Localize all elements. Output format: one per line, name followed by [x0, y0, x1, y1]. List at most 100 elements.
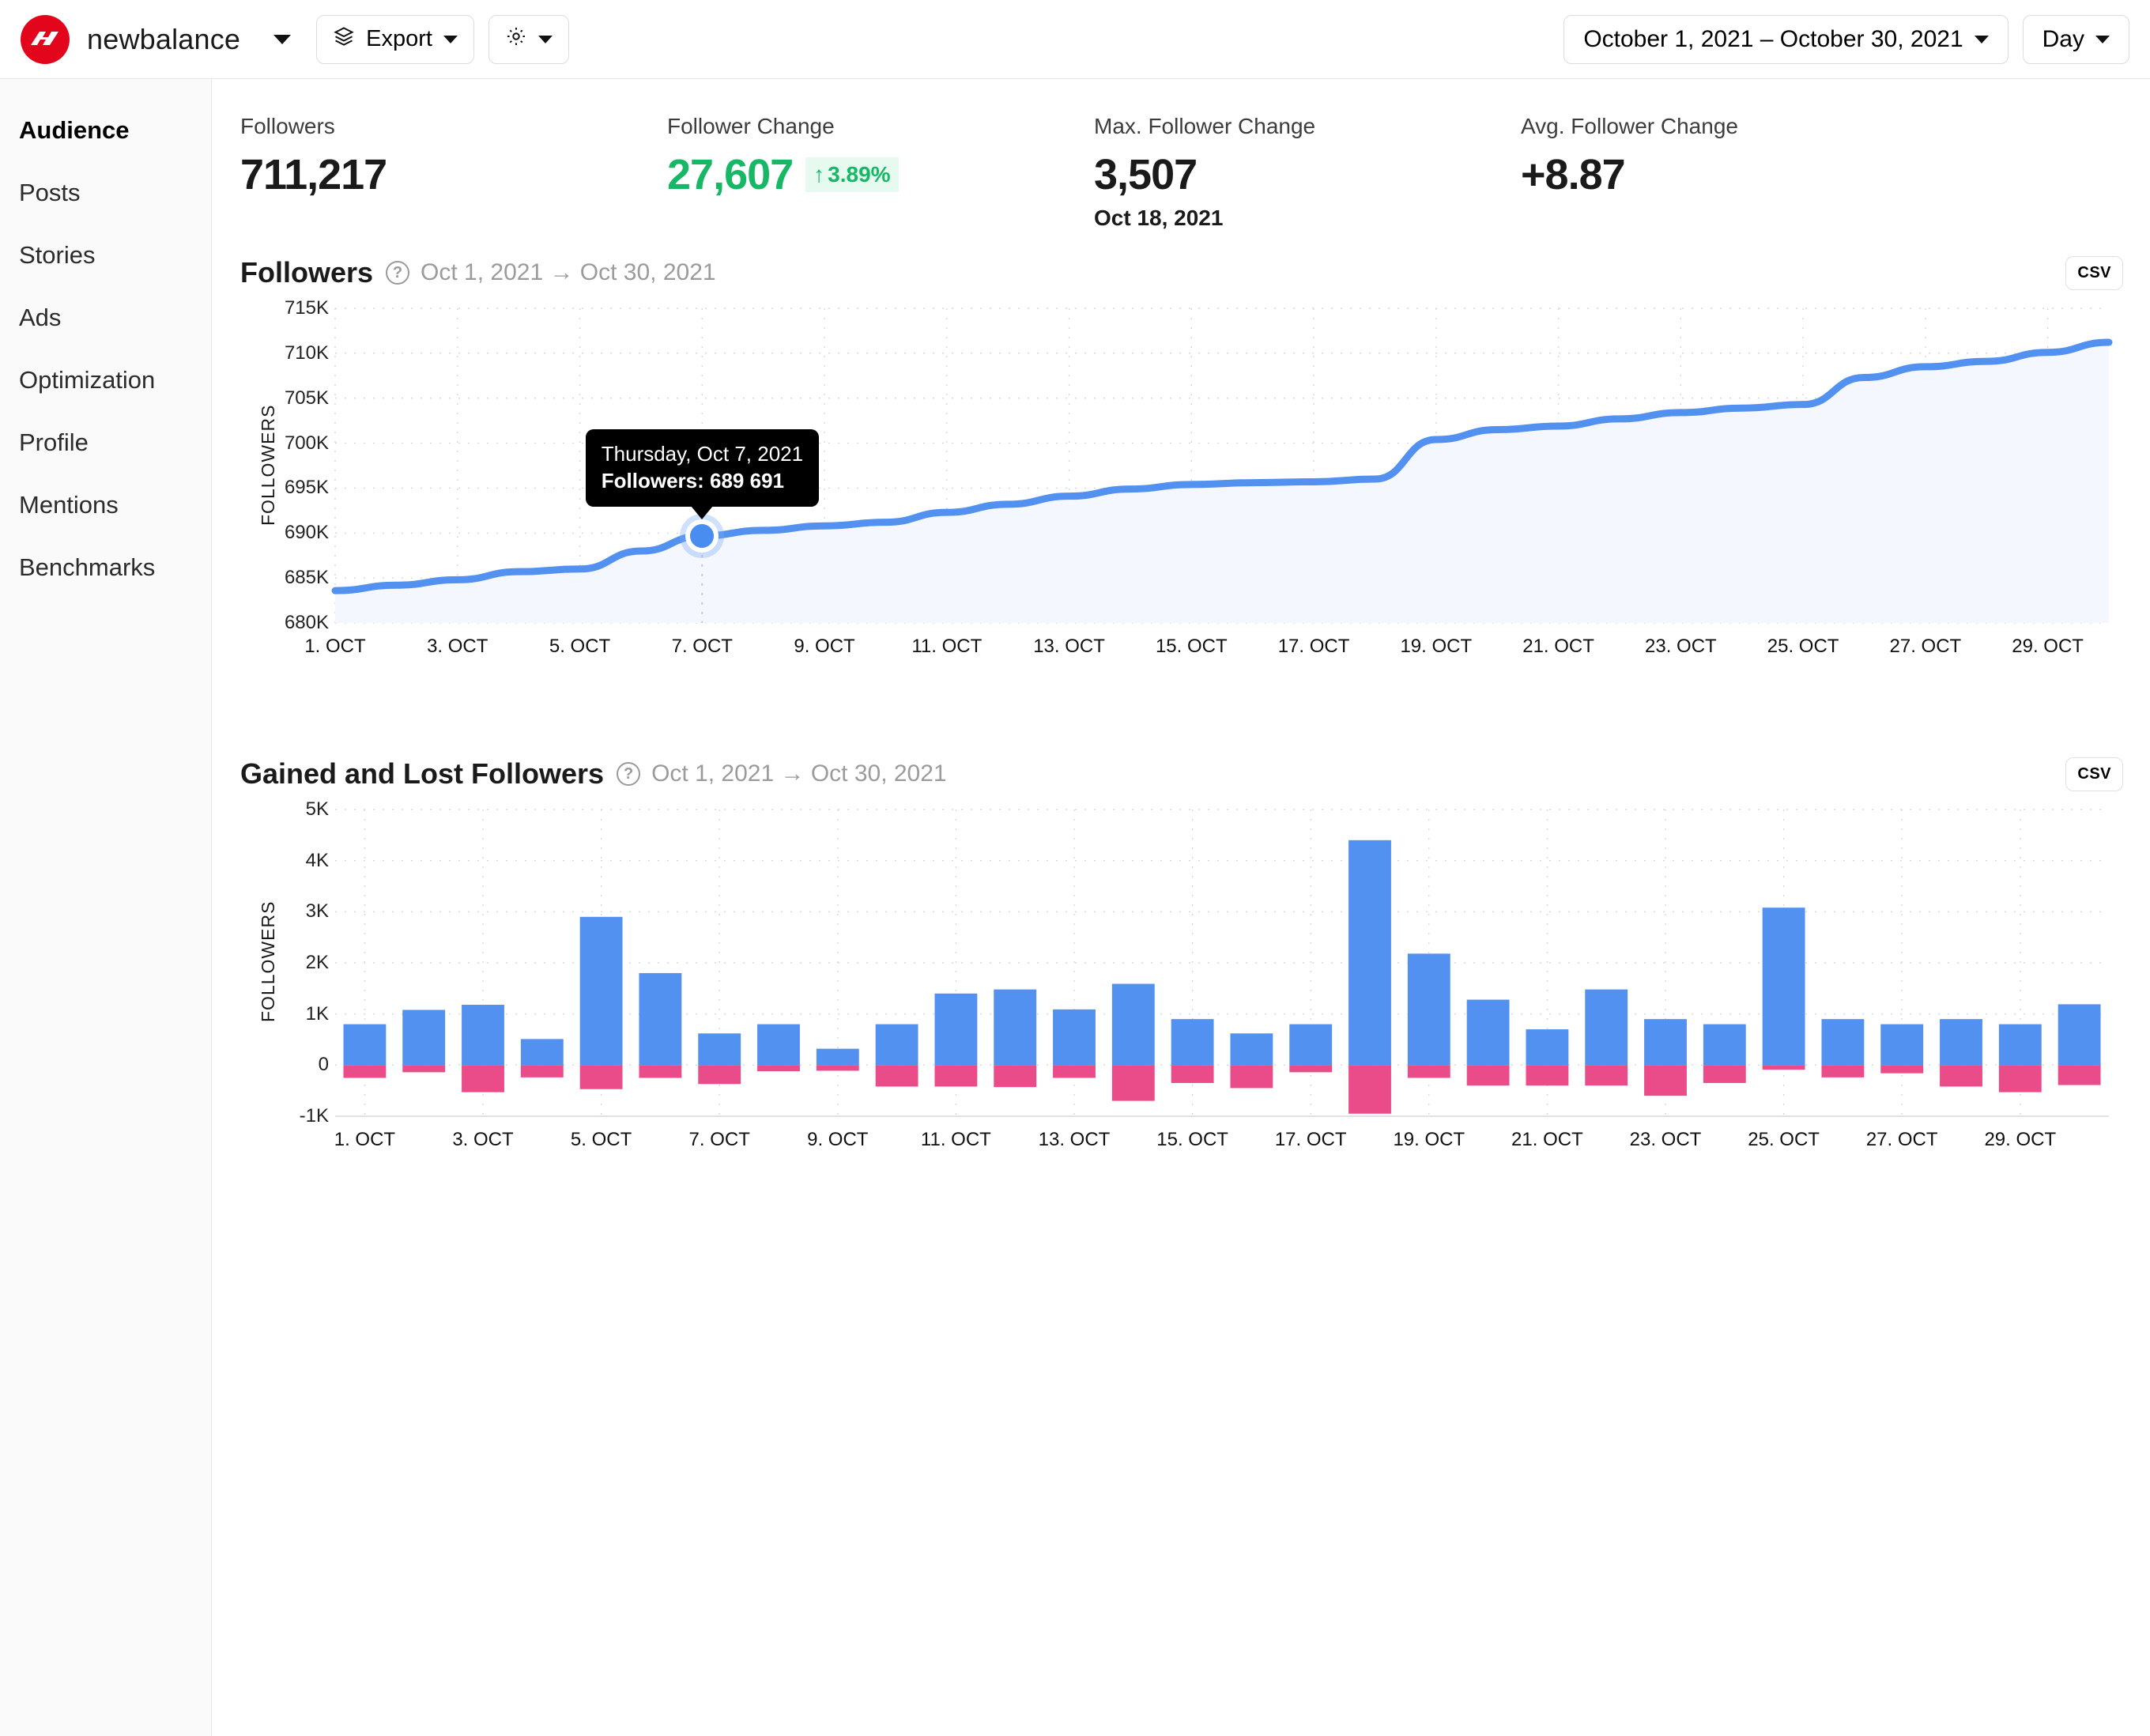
bar-lost[interactable] — [1526, 1065, 1569, 1086]
bar-gained[interactable] — [1466, 999, 1510, 1066]
sidebar-item-audience[interactable]: Audience — [17, 112, 211, 149]
bar-lost[interactable] — [757, 1065, 800, 1072]
bar-gained[interactable] — [1762, 908, 1805, 1066]
bar-lost[interactable] — [934, 1065, 978, 1087]
bar-gained[interactable] — [1289, 1024, 1333, 1066]
bar-lost[interactable] — [875, 1065, 918, 1087]
bar-gained[interactable] — [1880, 1024, 1924, 1066]
bar-gained[interactable] — [698, 1033, 741, 1066]
bar-lost[interactable] — [639, 1065, 682, 1078]
question-circle-icon[interactable]: ? — [617, 762, 641, 786]
brand-selector[interactable]: newbalance — [21, 14, 241, 64]
bar-lost[interactable] — [1998, 1065, 2042, 1093]
bar-lost[interactable] — [1466, 1065, 1510, 1086]
bar-gained[interactable] — [402, 1010, 446, 1066]
bar-gained[interactable] — [2058, 1004, 2101, 1066]
bar-gained[interactable] — [1585, 989, 1628, 1066]
date-range-button[interactable]: October 1, 2021 – October 30, 2021 — [1563, 15, 2009, 64]
bar-gained[interactable] — [1940, 1019, 1982, 1066]
bar-gained[interactable] — [462, 1005, 504, 1066]
bar-lost[interactable] — [698, 1065, 741, 1085]
x-axis-tick: 1. OCT — [334, 1129, 396, 1150]
bar-gained[interactable] — [1053, 1009, 1096, 1066]
followers-line-chart[interactable]: Thursday, Oct 7, 2021 Followers: 689 691 6… — [240, 296, 2131, 667]
sidebar-item-profile[interactable]: Profile — [17, 425, 211, 461]
bar-lost[interactable] — [1171, 1065, 1214, 1083]
bar-lost[interactable] — [994, 1065, 1037, 1088]
kpi-value: +8.87 — [1521, 151, 1626, 198]
bar-lost[interactable] — [462, 1065, 504, 1093]
granularity-button[interactable]: Day — [2022, 15, 2129, 64]
sidebar-item-posts[interactable]: Posts — [17, 175, 211, 211]
bar-lost[interactable] — [1230, 1065, 1273, 1089]
bar-gained[interactable] — [816, 1048, 859, 1066]
bar-lost[interactable] — [1585, 1065, 1628, 1086]
bar-gained[interactable] — [1703, 1024, 1746, 1066]
brand-dropdown-caret[interactable] — [269, 26, 296, 53]
bar-lost[interactable] — [816, 1065, 859, 1071]
bar-lost[interactable] — [1289, 1065, 1333, 1073]
question-circle-icon[interactable]: ? — [386, 261, 410, 285]
gained-lost-bar-chart[interactable]: -1K 0 1K 2K 3K 4K 5K FOLLOWERS 1. OCT 3. OCT 5. OC… — [240, 797, 2131, 1160]
sidebar: Audience Posts Stories Ads Optimization Profi… — [0, 79, 212, 1736]
followers-chart-section: Followers ? Oct 1, 2021 → Oct 30, 2021 C… — [240, 239, 2131, 667]
bar-gained[interactable] — [520, 1039, 564, 1066]
bar-gained[interactable] — [1526, 1029, 1569, 1066]
x-axis-tick: 27. OCT — [1865, 1129, 1938, 1150]
sidebar-item-stories[interactable]: Stories — [17, 237, 211, 274]
bar-gained[interactable] — [994, 989, 1037, 1066]
bar-lost[interactable] — [520, 1065, 564, 1077]
x-axis-tick: 3. OCT — [427, 636, 488, 657]
bar-gained[interactable] — [1348, 840, 1391, 1066]
top-bar: newbalance Export October 1, 2021 – Octo… — [0, 0, 2150, 79]
bar-gained[interactable] — [934, 993, 978, 1066]
sidebar-item-optimization[interactable]: Optimization — [17, 362, 211, 398]
bar-lost[interactable] — [1644, 1065, 1687, 1096]
bar-lost[interactable] — [1703, 1065, 1746, 1083]
hover-data-point[interactable] — [680, 513, 725, 558]
bar-lost[interactable] — [1407, 1065, 1450, 1078]
y-axis-tick: 2K — [305, 952, 329, 973]
bar-gained[interactable] — [639, 972, 682, 1066]
x-axis-tick: 23. OCT — [1629, 1129, 1702, 1150]
sidebar-item-ads[interactable]: Ads — [17, 300, 211, 336]
bar-lost[interactable] — [1053, 1065, 1096, 1078]
bar-lost[interactable] — [1880, 1065, 1924, 1074]
x-axis-tick: 7. OCT — [688, 1129, 750, 1150]
sidebar-item-mentions[interactable]: Mentions — [17, 487, 211, 523]
gained-lost-csv-button[interactable]: CSV — [2065, 757, 2123, 791]
x-axis-tick: 17. OCT — [1274, 1129, 1347, 1150]
y-axis-tick: 1K — [305, 1002, 329, 1025]
export-button[interactable]: Export — [316, 14, 474, 64]
bar-gained[interactable] — [343, 1024, 387, 1066]
bar-gained[interactable] — [1230, 1033, 1273, 1066]
y-axis-tick: 0 — [318, 1054, 329, 1076]
bar-gained[interactable] — [1407, 953, 1450, 1066]
bar-lost[interactable] — [579, 1065, 623, 1089]
settings-button[interactable] — [488, 14, 569, 64]
bar-gained[interactable] — [1171, 1019, 1214, 1066]
bar-lost[interactable] — [1762, 1065, 1805, 1070]
bar-gained[interactable] — [1821, 1019, 1865, 1066]
sidebar-item-benchmarks[interactable]: Benchmarks — [17, 549, 211, 586]
bar-gained[interactable] — [1998, 1024, 2042, 1066]
y-axis-tick: 700K — [284, 432, 329, 454]
bar-lost[interactable] — [1821, 1065, 1865, 1077]
brand-name: newbalance — [87, 22, 241, 55]
followers-csv-button[interactable]: CSV — [2065, 256, 2123, 290]
bar-lost[interactable] — [402, 1065, 446, 1073]
bar-gained[interactable] — [1111, 983, 1155, 1066]
kpi-card: Followers 711,217 — [240, 114, 667, 231]
kpi-value: 27,607 — [667, 151, 794, 198]
bar-gained[interactable] — [875, 1024, 918, 1066]
bar-gained[interactable] — [1644, 1019, 1687, 1066]
bar-lost[interactable] — [2058, 1065, 2101, 1085]
bar-gained[interactable] — [579, 916, 623, 1066]
followers-line-series — [331, 338, 2113, 623]
bar-gained[interactable] — [757, 1024, 800, 1066]
bar-lost[interactable] — [343, 1065, 387, 1078]
bar-lost[interactable] — [1348, 1065, 1391, 1114]
bar-lost[interactable] — [1940, 1065, 1982, 1087]
x-axis-tick: 5. OCT — [570, 1129, 632, 1150]
bar-lost[interactable] — [1111, 1065, 1155, 1101]
